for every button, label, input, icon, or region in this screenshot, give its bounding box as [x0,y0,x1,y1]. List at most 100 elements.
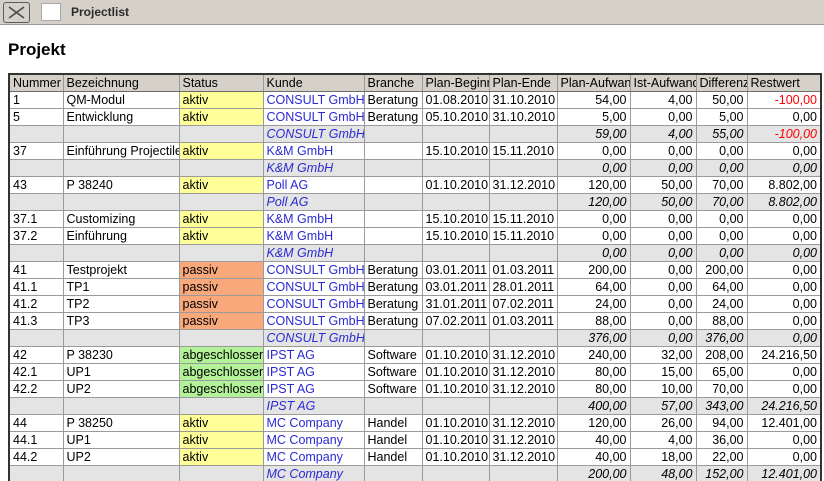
cell-ist: 0,00 [630,313,696,330]
cell-ende: 15.11.2010 [489,143,557,160]
cell-branche: Handel [364,432,422,449]
cell-beginn: 01.10.2010 [422,449,489,466]
customer-link[interactable]: IPST AG [267,382,315,396]
customer-link[interactable]: IPST AG [267,348,315,362]
table-row: 42P 38230abgeschlossenIPST AGSoftware01.… [9,347,821,364]
customer-link[interactable]: K&M GmbH [267,229,334,243]
cell-branche: Beratung [364,279,422,296]
cell-branche [364,160,422,177]
table-row: 41TestprojektpassivCONSULT GmbHBeratung0… [9,262,821,279]
cell-branche: Beratung [364,109,422,126]
cell-nummer [9,194,63,211]
customer-link[interactable]: K&M GmbH [267,212,334,226]
customer-link[interactable]: IPST AG [267,365,315,379]
cell-nummer: 41 [9,262,63,279]
cell-branche: Beratung [364,296,422,313]
customer-link[interactable]: K&M GmbH [267,144,334,158]
cell-restwert: 24.216,50 [747,398,821,415]
cell-nummer: 37.1 [9,211,63,228]
cell-plan: 376,00 [557,330,630,347]
cell-bezeichnung: UP2 [63,449,179,466]
cell-branche [364,398,422,415]
cell-beginn: 01.08.2010 [422,92,489,109]
cell-restwert: 0,00 [747,245,821,262]
cell-ende: 07.02.2011 [489,296,557,313]
cell-nummer [9,466,63,481]
cell-beginn [422,245,489,262]
cell-ist: 50,00 [630,194,696,211]
cell-status: abgeschlossen [179,381,263,398]
cell-ende: 31.10.2010 [489,92,557,109]
cell-ende: 31.12.2010 [489,432,557,449]
group-summary-row: IPST AG400,0057,00343,0024.216,50 [9,398,821,415]
column-header-kunde: Kunde [263,74,364,92]
cell-beginn [422,194,489,211]
cell-kunde: Poll AG [263,177,364,194]
cell-bezeichnung: Entwicklung [63,109,179,126]
cell-restwert: 0,00 [747,449,821,466]
cell-ist: 0,00 [630,228,696,245]
cell-differenz: 152,00 [696,466,747,481]
cell-ist: 0,00 [630,262,696,279]
cell-ende [489,330,557,347]
column-header-differenz: Differenz [696,74,747,92]
cell-beginn: 07.02.2011 [422,313,489,330]
cell-plan: 240,00 [557,347,630,364]
customer-link[interactable]: CONSULT GmbH [267,110,365,124]
cell-restwert: 8.802,00 [747,177,821,194]
customer-link[interactable]: CONSULT GmbH [267,280,365,294]
cell-bezeichnung: P 38250 [63,415,179,432]
cell-beginn: 01.10.2010 [422,347,489,364]
cell-plan: 120,00 [557,415,630,432]
cell-kunde: K&M GmbH [263,160,364,177]
cell-plan: 0,00 [557,245,630,262]
cell-bezeichnung: P 38240 [63,177,179,194]
cell-ist: 48,00 [630,466,696,481]
cell-restwert: 0,00 [747,160,821,177]
cell-bezeichnung: Einführung Projectile [63,143,179,160]
customer-link[interactable]: CONSULT GmbH [267,263,365,277]
cell-branche [364,330,422,347]
cell-plan: 40,00 [557,449,630,466]
cell-kunde: IPST AG [263,381,364,398]
cell-kunde: MC Company [263,449,364,466]
cell-beginn: 01.10.2010 [422,432,489,449]
cell-status: aktiv [179,228,263,245]
customer-link[interactable]: MC Company [267,450,343,464]
cell-ist: 0,00 [630,211,696,228]
cell-nummer: 44.1 [9,432,63,449]
customer-link[interactable]: MC Company [267,433,343,447]
cell-ende [489,126,557,143]
cell-ist: 57,00 [630,398,696,415]
customer-link[interactable]: MC Company [267,416,343,430]
cell-bezeichnung [63,330,179,347]
cell-branche [364,211,422,228]
table-row: 41.1TP1passivCONSULT GmbHBeratung03.01.2… [9,279,821,296]
tab-icon [41,3,61,21]
cell-ist: 0,00 [630,160,696,177]
cell-kunde: MC Company [263,432,364,449]
close-button[interactable] [3,2,30,23]
customer-link[interactable]: CONSULT GmbH [267,297,365,311]
cell-branche: Handel [364,449,422,466]
table-row: 44P 38250aktivMC CompanyHandel01.10.2010… [9,415,821,432]
group-summary-row: Poll AG120,0050,0070,008.802,00 [9,194,821,211]
cell-restwert: 0,00 [747,330,821,347]
cell-ende [489,245,557,262]
customer-link[interactable]: CONSULT GmbH [267,93,365,107]
cell-plan: 0,00 [557,160,630,177]
tab-title: Projectlist [71,5,129,19]
cell-status: abgeschlossen [179,364,263,381]
cell-kunde: CONSULT GmbH [263,330,364,347]
customer-link[interactable]: Poll AG [267,178,309,192]
cell-bezeichnung [63,126,179,143]
cell-ende: 31.12.2010 [489,381,557,398]
cell-plan: 120,00 [557,194,630,211]
customer-link[interactable]: CONSULT GmbH [267,314,365,328]
cell-status: aktiv [179,143,263,160]
cell-beginn [422,466,489,481]
cell-status: passiv [179,262,263,279]
table-row: 41.2TP2passivCONSULT GmbHBeratung31.01.2… [9,296,821,313]
cell-bezeichnung: UP1 [63,364,179,381]
cell-ende: 31.12.2010 [489,449,557,466]
